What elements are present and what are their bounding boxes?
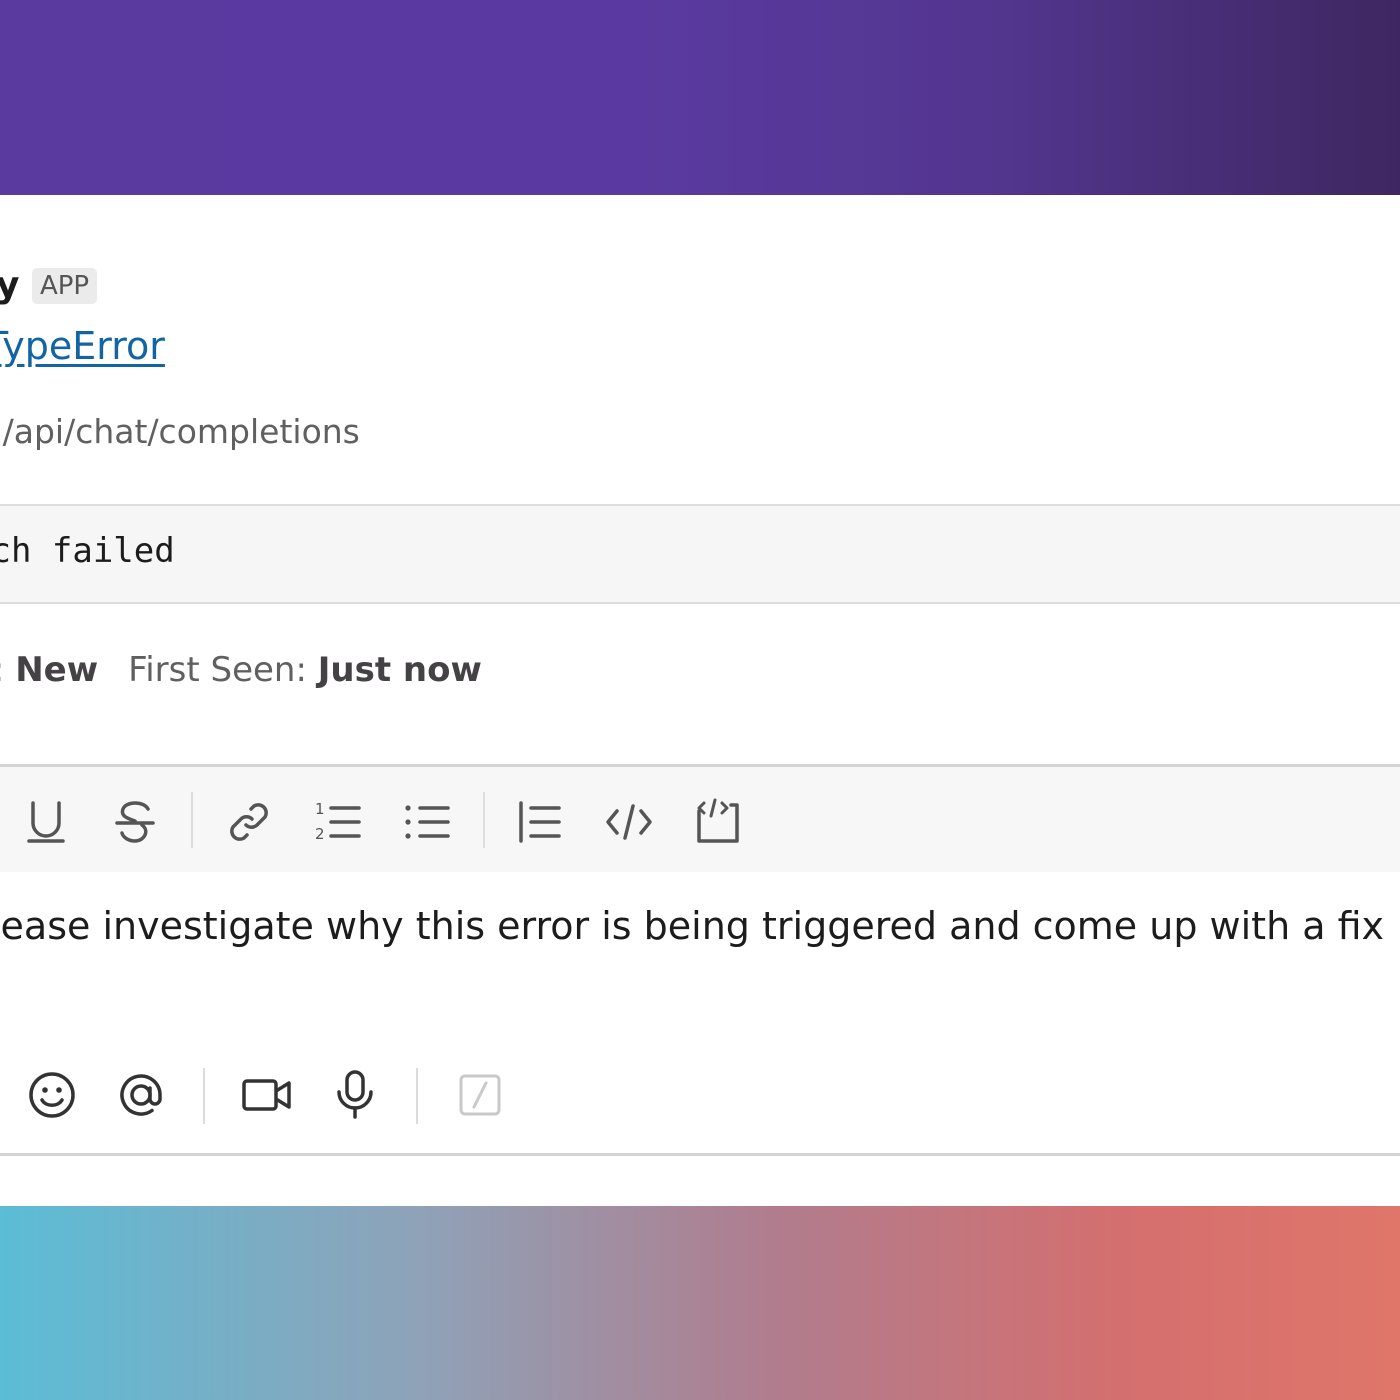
composer-input[interactable]: lease investigate why this error is bein… — [0, 904, 1384, 948]
toolbar-divider — [191, 792, 193, 848]
field-first-seen-label: First Seen: — [128, 650, 307, 690]
mention-icon[interactable] — [114, 1068, 168, 1122]
code-text: tch failed — [0, 531, 175, 571]
blockquote-icon[interactable] — [515, 797, 565, 847]
code-block-icon[interactable] — [693, 797, 743, 847]
bulleted-list-icon[interactable] — [402, 797, 452, 847]
code-block — [0, 504, 1400, 604]
strikethrough-icon[interactable] — [110, 797, 160, 847]
emoji-icon[interactable] — [25, 1068, 79, 1122]
slash-command-icon[interactable] — [453, 1068, 507, 1122]
svg-text:2: 2 — [315, 825, 325, 843]
svg-text:1: 1 — [315, 800, 325, 818]
issue-fields: e: New First Seen: Just now — [0, 650, 512, 690]
app-badge: APP — [31, 267, 98, 304]
issue-subtitle: T /api/chat/completions — [0, 412, 360, 451]
field-status-value: New — [15, 650, 99, 690]
field-status: e: New — [0, 650, 98, 690]
microphone-icon[interactable] — [328, 1068, 382, 1122]
field-first-seen-value: Just now — [317, 650, 482, 690]
code-icon[interactable] — [604, 797, 654, 847]
underline-icon[interactable] — [21, 797, 71, 847]
sender-name[interactable]: try — [0, 265, 20, 306]
issue-title-link[interactable]: TypeError — [0, 324, 165, 368]
action-divider — [203, 1068, 205, 1124]
field-first-seen: First Seen: Just now — [128, 650, 482, 690]
background-top — [0, 0, 1400, 195]
link-icon[interactable] — [224, 797, 274, 847]
video-icon[interactable] — [240, 1068, 294, 1122]
ordered-list-icon[interactable]: 12 — [313, 797, 363, 847]
field-status-label: e: — [0, 650, 4, 690]
action-divider — [416, 1068, 418, 1124]
toolbar-divider — [483, 792, 485, 848]
background-bottom — [0, 1206, 1400, 1400]
sender-row: try APP — [0, 263, 98, 308]
